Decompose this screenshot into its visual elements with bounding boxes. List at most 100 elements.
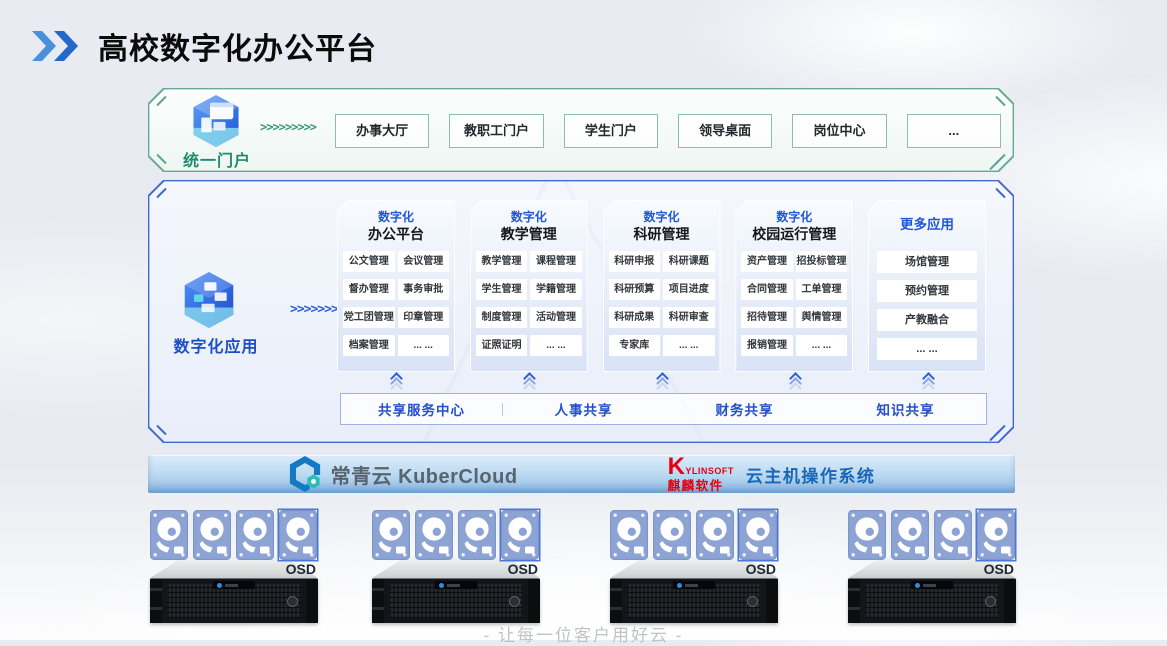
disk-row xyxy=(610,510,778,560)
osd-disk-icon xyxy=(279,510,317,560)
disk-icon xyxy=(848,510,886,560)
power-button-icon xyxy=(287,596,298,607)
app-item[interactable]: 制度管理 xyxy=(476,307,528,328)
portal-button-student[interactable]: 学生门户 xyxy=(564,114,658,148)
column-title-prefix: 数字化 xyxy=(604,208,720,222)
storage-node: OSD xyxy=(150,510,318,626)
app-item[interactable]: 学生管理 xyxy=(476,279,528,300)
osd-label: OSD xyxy=(508,561,538,577)
server-logo xyxy=(435,581,477,589)
app-item[interactable]: 工单管理 xyxy=(796,279,848,300)
kylinsoft-logo-text: KYLINSOFT xyxy=(668,455,734,479)
column-title: 科研管理 xyxy=(604,224,720,244)
column-title-prefix: 数字化 xyxy=(338,208,454,222)
osd-disk-icon xyxy=(977,510,1015,560)
app-item[interactable]: 课程管理 xyxy=(530,251,582,272)
column-title-prefix: 数字化 xyxy=(736,208,852,222)
unified-portal-panel: 统一门户 >>>>>>>>> 办事大厅 教职工门户 学生门户 领导桌面 岗位中心… xyxy=(148,88,1014,172)
portal-button-service-hall[interactable]: 办事大厅 xyxy=(335,114,429,148)
shared-finance[interactable]: 财务共享 xyxy=(664,399,825,419)
osd-disk-icon xyxy=(501,510,539,560)
app-item[interactable]: 科研审查 xyxy=(663,307,715,328)
shared-hr[interactable]: 人事共享 xyxy=(503,399,664,419)
app-item[interactable]: 舆情管理 xyxy=(796,307,848,328)
disk-icon xyxy=(610,510,648,560)
disk-row xyxy=(150,510,318,560)
app-item[interactable]: 科研成果 xyxy=(609,307,661,328)
app-item[interactable]: 档案管理 xyxy=(343,335,395,356)
app-item[interactable]: 党工团管理 xyxy=(343,307,395,328)
disk-icon xyxy=(372,510,410,560)
portal-button-more[interactable]: ... xyxy=(907,114,1001,148)
app-column-research: 数字化 科研管理 科研申报 科研课题 科研预算 项目进度 科研成果 科研审查 专… xyxy=(603,200,721,372)
disk-row xyxy=(848,510,1016,560)
app-item[interactable]: 学籍管理 xyxy=(530,279,582,300)
osd-label: OSD xyxy=(984,561,1014,577)
app-item[interactable]: 产教融合 xyxy=(877,309,977,331)
server-logo xyxy=(213,581,255,589)
apps-label: 数字化应用 xyxy=(156,333,276,357)
app-item[interactable]: 证照证明 xyxy=(476,335,528,356)
app-item[interactable]: 科研申报 xyxy=(609,251,661,272)
portal-buttons: 办事大厅 教职工门户 学生门户 领导桌面 岗位中心 ... xyxy=(335,114,1001,148)
app-item-more[interactable]: ... ... xyxy=(398,335,450,356)
disk-icon xyxy=(193,510,231,560)
app-item[interactable]: 会议管理 xyxy=(398,251,450,272)
portal-cube-icon xyxy=(190,93,242,154)
app-item[interactable]: 招待管理 xyxy=(741,307,793,328)
app-item[interactable]: 督办管理 xyxy=(343,279,395,300)
app-item[interactable]: 事务审批 xyxy=(398,279,450,300)
up-arrows-icon xyxy=(787,374,803,389)
power-button-icon xyxy=(509,596,520,607)
app-item-more[interactable]: ... ... xyxy=(530,335,582,356)
kylinsoft-logo-cn: 麒麟软件 xyxy=(668,480,734,493)
app-item[interactable]: 招投标管理 xyxy=(796,251,848,272)
power-button-icon xyxy=(985,596,996,607)
app-item[interactable]: 科研预算 xyxy=(609,279,661,300)
app-item[interactable]: 资产管理 xyxy=(741,251,793,272)
column-title: 教学管理 xyxy=(471,224,587,244)
app-item[interactable]: 报销管理 xyxy=(741,335,793,356)
app-item[interactable]: 公文管理 xyxy=(343,251,395,272)
app-item[interactable]: 印章管理 xyxy=(398,307,450,328)
shared-knowledge[interactable]: 知识共享 xyxy=(825,399,986,419)
column-title: 更多应用 xyxy=(869,213,985,244)
up-arrows-icon xyxy=(654,374,670,389)
shared-services-bar: 共享服务中心 人事共享 财务共享 知识共享 xyxy=(340,393,987,425)
kubercloud-logo-icon xyxy=(288,455,322,493)
app-item[interactable]: 场馆管理 xyxy=(877,251,977,273)
app-item-more[interactable]: ... ... xyxy=(877,338,977,360)
app-item-more[interactable]: ... ... xyxy=(663,335,715,356)
app-item[interactable]: 专家库 xyxy=(609,335,661,356)
app-item-more[interactable]: ... ... xyxy=(796,335,848,356)
app-item[interactable]: 教学管理 xyxy=(476,251,528,272)
storage-node: OSD xyxy=(610,510,778,626)
kubercloud-brand: 常青云 KuberCloud xyxy=(288,455,518,493)
page-title: 高校数字化办公平台 xyxy=(98,24,377,68)
app-item[interactable]: 科研课题 xyxy=(663,251,715,272)
os-name: 云主机操作系统 xyxy=(746,462,876,487)
disk-icon xyxy=(458,510,496,560)
app-columns: 数字化 办公平台 公文管理 会议管理 督办管理 事务审批 党工团管理 印章管理 … xyxy=(337,200,986,372)
app-item[interactable]: 预约管理 xyxy=(877,280,977,302)
app-item[interactable]: 项目进度 xyxy=(663,279,715,300)
flow-arrows-icon: >>>>>>>>> xyxy=(260,120,316,134)
portal-button-post-center[interactable]: 岗位中心 xyxy=(792,114,886,148)
power-button-icon xyxy=(747,596,758,607)
portal-button-leader[interactable]: 领导桌面 xyxy=(678,114,772,148)
page-header: 高校数字化办公平台 xyxy=(30,24,377,68)
osd-label: OSD xyxy=(286,561,316,577)
osd-label: OSD xyxy=(746,561,776,577)
cloud-platform-bar: 常青云 KuberCloud KYLINSOFT 麒麟软件 云主机操作系统 xyxy=(148,455,1015,493)
column-title-prefix: 数字化 xyxy=(471,208,587,222)
apps-cube-icon xyxy=(181,270,237,335)
disk-icon xyxy=(415,510,453,560)
portal-button-staff[interactable]: 教职工门户 xyxy=(449,114,543,148)
storage-node: OSD xyxy=(372,510,540,626)
up-arrows-icon xyxy=(920,374,936,389)
app-item[interactable]: 合同管理 xyxy=(741,279,793,300)
server-logo xyxy=(673,581,715,589)
app-item[interactable]: 活动管理 xyxy=(530,307,582,328)
osd-disk-icon xyxy=(739,510,777,560)
shared-service-center[interactable]: 共享服务中心 xyxy=(341,399,502,419)
